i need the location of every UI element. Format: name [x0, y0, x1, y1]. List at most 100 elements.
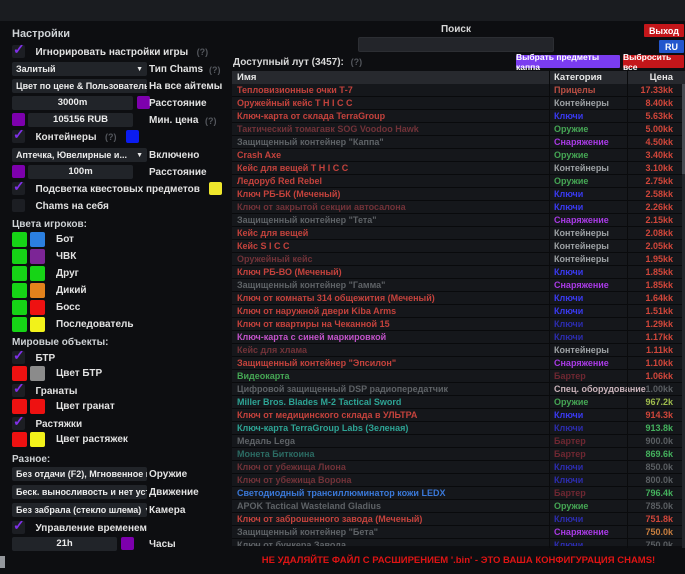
table-row[interactable]: Ключ от убежища ВоронаКлючи800.0k	[232, 474, 685, 487]
column-header-name[interactable]: Имя	[237, 72, 256, 83]
player-color-swatch-1[interactable]	[12, 283, 27, 298]
hint-icon[interactable]: (?)	[105, 132, 117, 142]
player-color-swatch-1[interactable]	[12, 317, 27, 332]
tripwires-checkbox[interactable]	[12, 417, 25, 430]
containers-color-swatch[interactable]	[126, 130, 139, 143]
item-name: Crash Axe	[237, 150, 281, 160]
containers-checkbox[interactable]	[12, 130, 25, 143]
table-row[interactable]: Оружейный кейс T H I C CКонтейнеры8.40kk	[232, 97, 685, 110]
self-chams-checkbox[interactable]	[12, 199, 25, 212]
table-row[interactable]: Ключ от закрытой секции автосалонаКлючи2…	[232, 201, 685, 214]
hours-label: Часы	[149, 539, 176, 550]
table-row[interactable]: Цифровой защищенный DSP радиопередатчикС…	[232, 383, 685, 396]
quest-highlight-color-swatch[interactable]	[209, 182, 222, 195]
player-color-swatch-1[interactable]	[12, 300, 27, 315]
table-row[interactable]: Ключ РБ-ВО (Меченый)Ключи1.85kk	[232, 266, 685, 279]
table-row[interactable]: Кейс для хламаКонтейнеры1.11kk	[232, 344, 685, 357]
table-row[interactable]: Ключ от убежища ЛионаКлючи850.0k	[232, 461, 685, 474]
table-row[interactable]: Ключ РБ-БК (Меченый)Ключи2.58kk	[232, 188, 685, 201]
camera-dropdown[interactable]: Без забрала (стекло шлема) ▼	[12, 503, 147, 517]
min-price-input[interactable]: 105156 RUB	[28, 113, 133, 127]
table-row[interactable]: Ключ-карта с синей маркировкойКлючи1.17k…	[232, 331, 685, 344]
table-row[interactable]: Тактический томагавк SOG Voodoo HawkОруж…	[232, 123, 685, 136]
player-color-swatch-2[interactable]	[30, 300, 45, 315]
column-header-price[interactable]: Цена	[650, 72, 673, 83]
grenades-checkbox[interactable]	[12, 384, 25, 397]
table-row[interactable]: Медаль LegaБартер900.0k	[232, 435, 685, 448]
btr-color-swatch-2[interactable]	[30, 366, 45, 381]
movement-dropdown[interactable]: Беск. выносливость и нет уста ▼	[12, 485, 147, 499]
btr-color-swatch-1[interactable]	[12, 366, 27, 381]
containers-mode-label: Включено	[149, 150, 199, 161]
btr-checkbox[interactable]	[12, 351, 25, 364]
item-name: Ключ от закрытой секции автосалона	[237, 202, 406, 212]
distance-input[interactable]: 3000m	[12, 96, 133, 110]
hours-input[interactable]: 21h	[12, 537, 117, 551]
item-price: 913.8k	[645, 423, 673, 433]
tripwire-color-swatch-1[interactable]	[12, 432, 27, 447]
table-row[interactable]: Оружейный кейсКонтейнеры1.95kk	[232, 253, 685, 266]
table-row[interactable]: Ледоруб Red RebelОружие2.75kk	[232, 175, 685, 188]
select-kappa-items-button[interactable]: Выбрать предметы каппа	[516, 55, 620, 68]
player-color-swatch-2[interactable]	[30, 249, 45, 264]
table-row[interactable]: Защищенный контейнер "Бета"Снаряжение750…	[232, 526, 685, 539]
containers-mode-dropdown[interactable]: Аптечка, Ювелирные и... ▼	[12, 148, 147, 162]
table-row[interactable]: Ключ-карта TerraGroup Labs (Зеленая)Ключ…	[232, 422, 685, 435]
drop-all-button[interactable]: Выбросить все	[623, 55, 684, 68]
exit-button[interactable]: Выход	[644, 24, 684, 37]
table-row[interactable]: Ключ от бункера ЗаводаКлючи750.0k	[232, 539, 685, 546]
player-color-swatch-2[interactable]	[30, 317, 45, 332]
containers-distance-input[interactable]: 100m	[28, 165, 133, 179]
ignore-game-settings-checkbox[interactable]	[12, 45, 25, 58]
player-color-label: Бот	[56, 234, 74, 245]
table-row[interactable]: Ключ от комнаты 314 общежития (Меченый)К…	[232, 292, 685, 305]
column-header-category[interactable]: Категория	[554, 72, 602, 83]
table-row[interactable]: Ключ от заброшенного завода (Меченый)Клю…	[232, 513, 685, 526]
quest-highlight-checkbox[interactable]	[12, 182, 25, 195]
table-row[interactable]: Защищенный контейнер "Гамма"Снаряжение1.…	[232, 279, 685, 292]
table-row[interactable]: Защищенный контейнер "Тета"Снаряжение2.1…	[232, 214, 685, 227]
table-row[interactable]: Ключ от медицинского склада в УЛЬТРАКлюч…	[232, 409, 685, 422]
self-chams-label: Chams на себя	[35, 201, 108, 212]
table-row[interactable]: Монета БиткоинаБартер869.6k	[232, 448, 685, 461]
player-color-swatch-1[interactable]	[12, 266, 27, 281]
player-color-swatch-2[interactable]	[30, 266, 45, 281]
min-price-color-swatch[interactable]	[12, 113, 25, 126]
player-color-swatch-1[interactable]	[12, 232, 27, 247]
table-row[interactable]: Кейс для вещейКонтейнеры2.08kk	[232, 227, 685, 240]
search-input[interactable]	[358, 37, 554, 52]
item-price: 750.0k	[645, 527, 673, 537]
table-row[interactable]: APOK Tactical Wasteland GladiusОружие785…	[232, 500, 685, 513]
hint-icon[interactable]: (?)	[209, 65, 221, 75]
weapon-dropdown[interactable]: Без отдачи (F2), Мгновенное п ▼	[12, 467, 147, 481]
table-row[interactable]: Тепловизионные очки Т-7Прицелы17.33kk	[232, 84, 685, 97]
hint-icon[interactable]: (?)	[205, 116, 217, 126]
table-row[interactable]: Кейс S I C CКонтейнеры2.05kk	[232, 240, 685, 253]
grenade-color-swatch-1[interactable]	[12, 399, 27, 414]
tripwire-color-swatch-2[interactable]	[30, 432, 45, 447]
table-row[interactable]: Miller Bros. Blades M-2 Tactical SwordОр…	[232, 396, 685, 409]
table-row[interactable]: Кейс для вещей T H I C CКонтейнеры3.10kk	[232, 162, 685, 175]
player-color-swatch-1[interactable]	[12, 249, 27, 264]
containers-distance-color-swatch[interactable]	[12, 165, 25, 178]
table-row[interactable]: Crash AxeОружие3.40kk	[232, 149, 685, 162]
table-row[interactable]: Защищенный контейнер "Эпсилон"Снаряжение…	[232, 357, 685, 370]
hint-icon[interactable]: (?)	[351, 57, 363, 67]
warning-text: НЕ УДАЛЯЙТЕ ФАЙЛ С РАСШИРЕНИЕМ '.bin' - …	[232, 555, 685, 566]
grenade-color-swatch-2[interactable]	[30, 399, 45, 414]
hours-color-swatch[interactable]	[121, 537, 134, 550]
table-row[interactable]: Защищенный контейнер "Каппа"Снаряжение4.…	[232, 136, 685, 149]
table-row[interactable]: Ключ от квартиры на Чеканной 15Ключи1.29…	[232, 318, 685, 331]
player-color-swatch-2[interactable]	[30, 283, 45, 298]
chams-type-dropdown[interactable]: Залитый ▼	[12, 62, 147, 76]
player-color-swatch-2[interactable]	[30, 232, 45, 247]
table-row[interactable]: Ключ от наружной двери Kiba ArmsКлючи1.5…	[232, 305, 685, 318]
table-row[interactable]: Ключ-карта от склада TerraGroupКлючи5.63…	[232, 110, 685, 123]
time-control-checkbox[interactable]	[12, 521, 25, 534]
apply-mode-dropdown[interactable]: Цвет по цене & Пользователь ▼	[12, 79, 147, 93]
table-row[interactable]: Светодиодный трансиллюминатор кожи LEDXБ…	[232, 487, 685, 500]
hint-icon[interactable]: (?)	[197, 47, 209, 57]
table-row[interactable]: ВидеокартаБартер1.06kk	[232, 370, 685, 383]
panel-handle[interactable]	[0, 556, 5, 568]
item-price: 914.3k	[645, 410, 673, 420]
